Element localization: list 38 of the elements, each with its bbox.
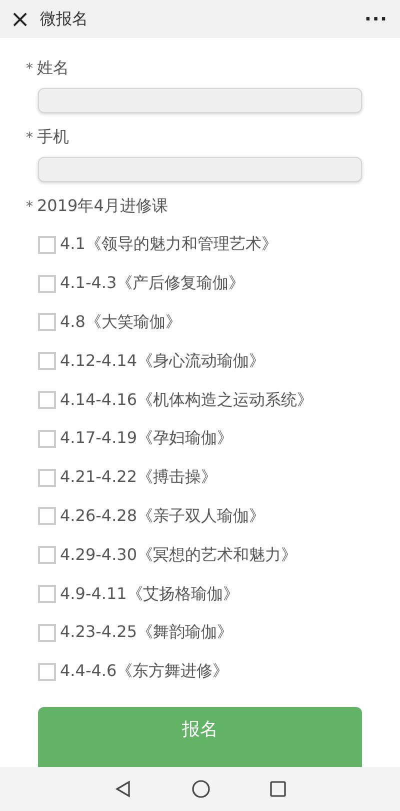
- field-label: 手机: [37, 127, 69, 148]
- option-label: 4.14-4.16《机体构造之运动系统》: [60, 390, 314, 411]
- option-label: 4.26-4.28《亲子双人瑜伽》: [60, 506, 266, 527]
- input-field[interactable]: [38, 88, 362, 114]
- checkbox[interactable]: [38, 430, 56, 448]
- option-label: 4.21-4.22《搏击操》: [60, 467, 218, 488]
- checkbox[interactable]: [38, 468, 56, 487]
- close-button[interactable]: ×: [10, 7, 30, 31]
- input-field[interactable]: [38, 157, 362, 182]
- option-label: 4.12-4.14《身心流动瑜伽》: [60, 350, 266, 372]
- checkbox[interactable]: [38, 585, 56, 603]
- home-icon[interactable]: [192, 780, 210, 798]
- option-label: 4.4-4.6《东方舞进修》: [60, 661, 229, 682]
- required-mark: *: [26, 130, 33, 146]
- field-label: 姓名: [37, 58, 69, 79]
- checkbox[interactable]: [38, 313, 56, 332]
- option-label: 4.29-4.30《冥想的艺术和魅力》: [60, 544, 298, 566]
- option-label: 4.23-4.25《舞韵瑜伽》: [60, 622, 234, 644]
- option-label: 4.8《大笑瑜伽》: [60, 312, 182, 333]
- page-title: 微报名: [40, 8, 89, 30]
- option-label: 4.1-4.3《产后修复瑜伽》: [60, 273, 245, 294]
- field-label: 2019年4月进修课: [37, 196, 168, 218]
- option-label: 4.9-4.11《艾扬格瑜伽》: [60, 584, 239, 604]
- recents-icon[interactable]: [270, 781, 286, 797]
- option-label: 4.17-4.19《孕妇瑜伽》: [60, 428, 234, 450]
- checkbox[interactable]: [38, 352, 56, 370]
- checkbox[interactable]: [38, 236, 56, 254]
- required-mark: *: [26, 198, 33, 215]
- checkbox[interactable]: [38, 546, 56, 564]
- back-icon[interactable]: [114, 780, 132, 798]
- checkbox[interactable]: [38, 507, 56, 526]
- checkbox[interactable]: [38, 274, 56, 293]
- option-label: 4.1《领导的魅力和管理艺术》: [60, 234, 278, 256]
- checkbox[interactable]: [38, 624, 56, 642]
- more-button[interactable]: ···: [364, 8, 388, 30]
- checkbox[interactable]: [38, 391, 56, 410]
- required-mark: *: [26, 60, 33, 76]
- checkbox[interactable]: [38, 662, 56, 681]
